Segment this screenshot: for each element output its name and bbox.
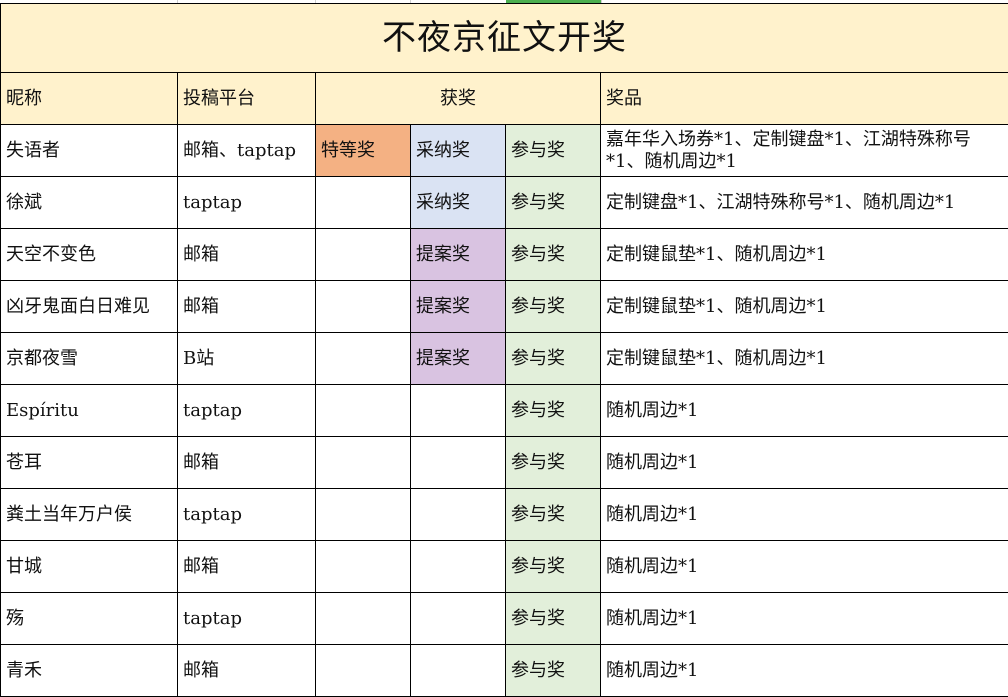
nickname-cell[interactable]: 徐斌 [1,177,178,229]
table-row: 失语者邮箱、taptap特等奖采纳奖参与奖嘉年华入场券*1、定制键盘*1、江湖特… [1,125,1008,177]
platform-cell[interactable]: 邮箱、taptap [178,125,316,177]
nickname-cell[interactable]: 京都夜雪 [1,333,178,385]
prize-cell[interactable]: 定制键鼠垫*1、随机周边*1 [601,281,1008,333]
header-award[interactable]: 获奖 [316,73,601,125]
table-row: 京都夜雪B站 提案奖参与奖定制键鼠垫*1、随机周边*1 [1,333,1008,385]
platform-cell[interactable]: taptap [178,177,316,229]
prize-cell[interactable]: 随机周边*1 [601,437,1008,489]
nickname-cell[interactable]: 失语者 [1,125,178,177]
award-cell[interactable] [411,541,506,593]
platform-cell[interactable]: 邮箱 [178,541,316,593]
prize-cell[interactable]: 随机周边*1 [601,541,1008,593]
table-row: 青禾邮箱 参与奖随机周边*1 [1,645,1008,697]
prize-cell[interactable]: 随机周边*1 [601,489,1008,541]
award-cell[interactable]: 特等奖 [316,125,411,177]
award-cell[interactable] [411,645,506,697]
award-cell[interactable]: 参与奖 [506,281,601,333]
award-cell[interactable]: 参与奖 [506,177,601,229]
platform-cell[interactable]: taptap [178,593,316,645]
award-cell[interactable] [411,489,506,541]
header-platform[interactable]: 投稿平台 [178,73,316,125]
nickname-cell[interactable]: 殇 [1,593,178,645]
platform-cell[interactable]: taptap [178,385,316,437]
prize-cell[interactable]: 定制键鼠垫*1、随机周边*1 [601,229,1008,281]
nickname-cell[interactable]: Espíritu [1,385,178,437]
award-cell[interactable] [316,385,411,437]
award-cell[interactable]: 提案奖 [411,281,506,333]
award-cell[interactable]: 提案奖 [411,333,506,385]
nickname-cell[interactable]: 天空不变色 [1,229,178,281]
award-cell[interactable] [316,437,411,489]
award-cell[interactable] [411,593,506,645]
award-cell[interactable]: 采纳奖 [411,177,506,229]
header-row: 昵称 投稿平台 获奖 奖品 [1,73,1008,125]
award-cell[interactable] [316,645,411,697]
prize-cell[interactable]: 随机周边*1 [601,593,1008,645]
table-row: 粪土当年万户侯taptap 参与奖随机周边*1 [1,489,1008,541]
sheet-title[interactable]: 不夜京征文开奖 [1,4,1008,73]
award-cell[interactable]: 参与奖 [506,437,601,489]
platform-cell[interactable]: 邮箱 [178,437,316,489]
award-cell[interactable]: 参与奖 [506,541,601,593]
table-row: Espíritutaptap 参与奖随机周边*1 [1,385,1008,437]
award-cell[interactable]: 参与奖 [506,229,601,281]
platform-cell[interactable]: B站 [178,333,316,385]
prize-cell[interactable]: 随机周边*1 [601,645,1008,697]
award-cell[interactable]: 参与奖 [506,125,601,177]
table-row: 天空不变色邮箱 提案奖参与奖定制键鼠垫*1、随机周边*1 [1,229,1008,281]
award-cell[interactable] [316,489,411,541]
platform-cell[interactable]: 邮箱 [178,281,316,333]
prize-cell[interactable]: 定制键鼠垫*1、随机周边*1 [601,333,1008,385]
table-row: 徐斌taptap 采纳奖参与奖定制键盘*1、江湖特殊称号*1、随机周边*1 [1,177,1008,229]
table-row: 凶牙鬼面白日难见邮箱 提案奖参与奖定制键鼠垫*1、随机周边*1 [1,281,1008,333]
award-cell[interactable]: 参与奖 [506,593,601,645]
award-cell[interactable] [316,229,411,281]
table-row: 殇taptap 参与奖随机周边*1 [1,593,1008,645]
nickname-cell[interactable]: 粪土当年万户侯 [1,489,178,541]
award-cell[interactable] [316,281,411,333]
award-cell[interactable]: 参与奖 [506,333,601,385]
prize-cell[interactable]: 随机周边*1 [601,385,1008,437]
nickname-cell[interactable]: 苍耳 [1,437,178,489]
award-spreadsheet: 不夜京征文开奖 昵称 投稿平台 获奖 奖品 失语者邮箱、taptap特等奖采纳奖… [0,3,1008,697]
platform-cell[interactable]: 邮箱 [178,645,316,697]
prize-cell[interactable]: 嘉年华入场券*1、定制键盘*1、江湖特殊称号*1、随机周边*1 [601,125,1008,177]
award-cell[interactable]: 参与奖 [506,489,601,541]
nickname-cell[interactable]: 青禾 [1,645,178,697]
award-cell[interactable] [316,177,411,229]
prize-cell[interactable]: 定制键盘*1、江湖特殊称号*1、随机周边*1 [601,177,1008,229]
award-cell[interactable]: 采纳奖 [411,125,506,177]
award-cell[interactable] [411,437,506,489]
platform-cell[interactable]: taptap [178,489,316,541]
award-cell[interactable] [316,541,411,593]
award-cell[interactable] [316,593,411,645]
award-cell[interactable]: 参与奖 [506,385,601,437]
nickname-cell[interactable]: 甘城 [1,541,178,593]
platform-cell[interactable]: 邮箱 [178,229,316,281]
header-nickname[interactable]: 昵称 [1,73,178,125]
table-row: 苍耳邮箱 参与奖随机周边*1 [1,437,1008,489]
nickname-cell[interactable]: 凶牙鬼面白日难见 [1,281,178,333]
award-cell[interactable]: 提案奖 [411,229,506,281]
header-prize[interactable]: 奖品 [601,73,1008,125]
table-row: 甘城邮箱 参与奖随机周边*1 [1,541,1008,593]
award-cell[interactable] [316,333,411,385]
title-row: 不夜京征文开奖 [1,4,1008,73]
award-cell[interactable] [411,385,506,437]
award-cell[interactable]: 参与奖 [506,645,601,697]
